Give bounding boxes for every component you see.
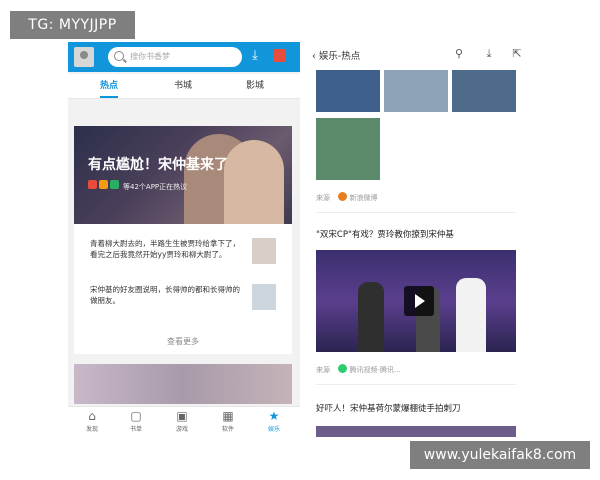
feature-subline: 等42个APP正在热议 [123,183,188,191]
source-name[interactable]: 腾讯视频-腾讯... [349,366,400,374]
tab-bar: 热点 书城 影城 [68,74,300,99]
page-title: 娱乐-热点 [318,51,361,62]
app-icon [99,180,108,189]
gift-icon[interactable] [273,49,286,62]
tab-cinema[interactable]: 影城 [246,74,264,98]
nav-label: 游戏 [175,426,188,433]
search-input[interactable]: 搜你书香梦 [108,47,242,67]
back-icon: ‹ [312,51,316,62]
divider [316,384,516,385]
nav-entertainment[interactable]: ★ 娱乐 [256,409,292,433]
nav-label: 书单 [129,426,142,433]
gallery-image-4[interactable] [316,118,380,180]
bottom-nav: ⌂ 发现 ▢ 书单 ▣ 游戏 ▦ 软件 ★ 娱乐 [68,406,300,437]
download-icon[interactable]: ⤓ [248,49,262,63]
nav-software[interactable]: ▦ 软件 [210,409,246,433]
see-more-link[interactable]: 查看更多 [74,336,292,347]
story-text-1[interactable]: 青着柳大尉去的，半路生生被贾玲给拿下了，看完之后我竟然开始yy贾玲和柳大尉了。 [90,238,240,260]
left-phone-screen: 搜你书香梦 ⤓ 热点 书城 影城 有点尴尬！宋仲基来了 等42个APP正在热议 … [68,42,300,437]
source-line-1: 来源 新浪微博 [316,192,377,203]
story-text-2[interactable]: 宋仲基的好友圈说明，长得帅的都和长得帅的做朋友。 [90,284,240,306]
video-player[interactable] [316,250,516,352]
basket-icon: ▢ [130,409,142,423]
star-icon: ★ [268,409,280,423]
share-icon[interactable]: ⇱ [510,47,524,61]
source-prefix: 来源 [316,194,330,202]
search-icon[interactable]: ⚲ [452,47,466,61]
article-title-2[interactable]: "双宋CP"有戏？贾玲教你撩到宋仲基 [316,228,454,240]
video-person-1 [358,282,384,352]
story-thumbnail-2[interactable] [252,284,276,310]
play-icon[interactable] [404,286,434,316]
watermark-top: TG: MYYJJPP [10,11,135,39]
gallery-image-1[interactable] [316,70,380,112]
feature-headline[interactable]: 有点尴尬！宋仲基来了 [88,154,228,174]
article-header: ‹ 娱乐-热点 ⚲ ⤓ ⇱ [306,42,528,68]
home-icon: ⌂ [88,409,96,423]
feature-person-2 [224,140,284,224]
article-title-3[interactable]: 好吓人！宋仲基荷尔蒙爆棚徒手拍刺刀 [316,402,461,414]
right-phone-screen: ‹ 娱乐-热点 ⚲ ⤓ ⇱ 来源 新浪微博 "双宋CP"有戏？贾玲教你撩到宋仲基… [306,42,528,437]
gallery-image-3[interactable] [452,70,516,112]
back-title[interactable]: ‹ 娱乐-热点 [312,48,360,62]
weibo-icon [338,192,348,201]
gallery-image-2[interactable] [384,70,448,112]
tab-hot[interactable]: 热点 [100,74,119,98]
nav-booklist[interactable]: ▢ 书单 [118,409,154,433]
video-icon [110,180,119,189]
news-card: 有点尴尬！宋仲基来了 等42个APP正在热议 青着柳大尉去的，半路生生被贾玲给拿… [74,126,292,354]
nav-label: 娱乐 [267,426,280,433]
story-thumbnail-1[interactable] [252,238,276,264]
apps-icon: ▦ [222,409,234,423]
article-image-3[interactable] [316,426,516,437]
video-source-icon [338,364,348,373]
second-card-image[interactable] [74,364,292,404]
avatar[interactable] [74,47,94,67]
source-name[interactable]: 新浪微博 [349,194,377,202]
search-placeholder: 搜你书香梦 [130,52,170,61]
top-bar: 搜你书香梦 ⤓ [68,42,300,72]
nav-label: 发现 [85,426,98,433]
watermark-bottom: www.yulekaifak8.com [410,441,590,469]
weibo-icon [88,180,97,189]
nav-label: 软件 [221,426,234,433]
feature-image[interactable]: 有点尴尬！宋仲基来了 等42个APP正在热议 [74,126,292,224]
tab-bookstore[interactable]: 书城 [174,74,192,98]
download-icon[interactable]: ⤓ [482,47,496,61]
search-icon [114,51,124,61]
nav-discover[interactable]: ⌂ 发现 [74,409,110,433]
nav-games[interactable]: ▣ 游戏 [164,409,200,433]
source-prefix: 来源 [316,366,330,374]
divider [316,212,516,213]
video-person-3 [456,278,486,352]
source-line-2: 来源 腾讯视频-腾讯... [316,364,401,375]
gamepad-icon: ▣ [176,409,188,423]
